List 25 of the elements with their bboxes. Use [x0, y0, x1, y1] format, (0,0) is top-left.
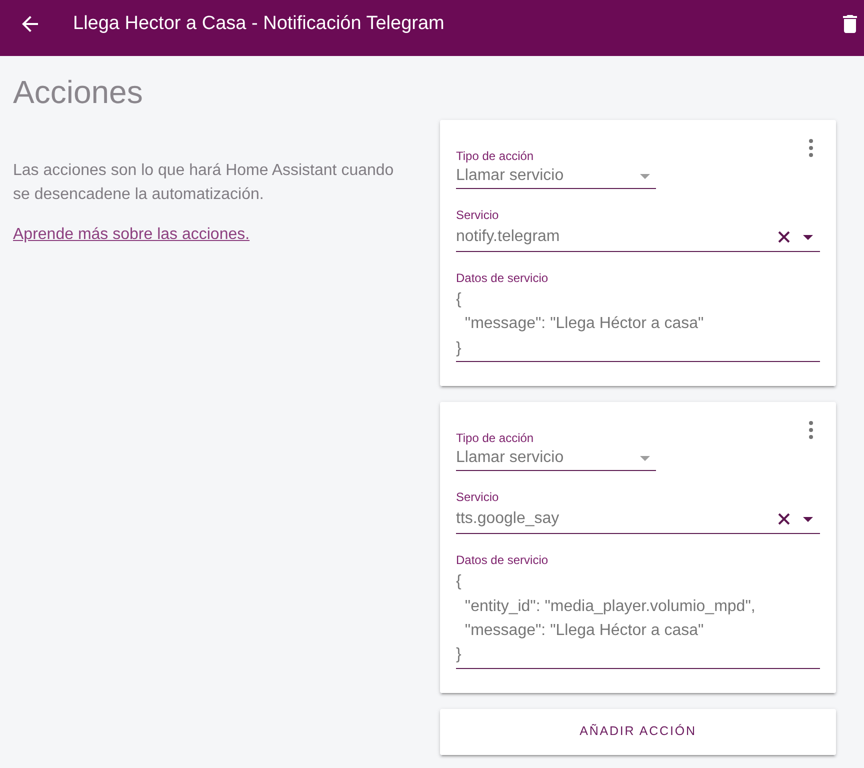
- field-label: Tipo de acción: [456, 148, 535, 164]
- caret-icon[interactable]: [803, 516, 813, 522]
- add-action-button[interactable]: AÑADIR ACCIÓN: [440, 708, 836, 755]
- field-label: Tipo de acción: [456, 430, 535, 446]
- action-type-dropdown[interactable]: Tipo de acción Llamar servicio: [456, 148, 656, 189]
- more-options-icon[interactable]: [809, 139, 813, 157]
- more-options-icon[interactable]: [809, 421, 813, 440]
- section-description: Las acciones son lo que hará Home Assistant cuando se desencadene la automatización.: [13, 161, 395, 205]
- section-heading: Acciones: [13, 73, 144, 112]
- field-label: Servicio: [456, 207, 500, 223]
- clear-icon[interactable]: [778, 513, 790, 526]
- field-label: Datos de servicio: [456, 270, 550, 286]
- service-combobox[interactable]: Servicio tts.google_say: [456, 489, 820, 534]
- action-type-dropdown[interactable]: Tipo de acción Llamar servicio: [456, 430, 656, 472]
- page-title: Llega Hector a Casa - Notificación Telegram: [73, 12, 446, 36]
- service-data-field[interactable]: Datos de servicio { "entity_id": "media_player.volumio_mpd", "message": "Llega Héctor a casa" }: [456, 552, 820, 669]
- learn-more-link[interactable]: Aprende más sobre las acciones.: [13, 223, 250, 247]
- service-combobox[interactable]: Servicio notify.telegram: [456, 207, 820, 252]
- clear-icon[interactable]: [778, 231, 790, 243]
- field-label: Datos de servicio: [456, 552, 550, 568]
- back-arrow-icon[interactable]: [22, 16, 38, 32]
- service-data-field[interactable]: Datos de servicio { "message": "Llega Héctor a casa" }: [456, 270, 820, 362]
- field-label: Servicio: [456, 489, 500, 506]
- trash-icon[interactable]: [843, 15, 857, 33]
- caret-icon[interactable]: [803, 234, 813, 240]
